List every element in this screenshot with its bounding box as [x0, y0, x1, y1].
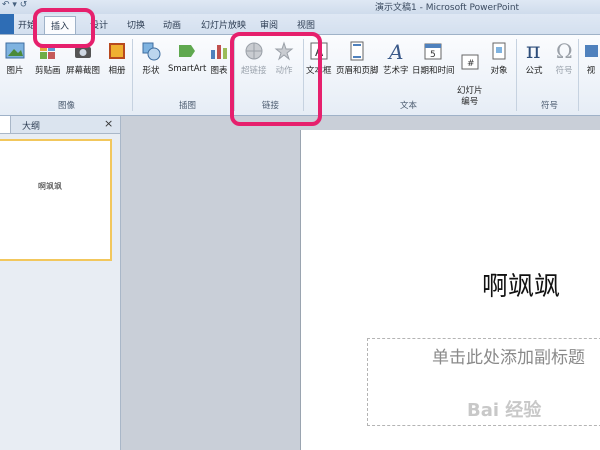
slides-pane: 大纲 × 啊飒飒	[0, 116, 121, 450]
chart-button[interactable]: 图表	[209, 41, 229, 76]
tab-slides[interactable]	[0, 116, 11, 133]
screenshot-button[interactable]: 屏幕截图	[66, 41, 100, 76]
textbox-button[interactable]: A 文本框	[306, 41, 332, 76]
tab-insert[interactable]: 插入	[44, 16, 77, 34]
ribbon-tabs: 开始 插入 设计 切换 动画 幻灯片放映 审阅 视图	[0, 14, 600, 35]
symbol-button[interactable]: Ω 符号	[554, 39, 574, 76]
tab-home[interactable]: 开始	[18, 18, 36, 31]
subtitle-placeholder-text: 单击此处添加副标题	[432, 348, 585, 368]
group-label-illustrations: 插图	[179, 101, 197, 111]
group-label-links: 链接	[262, 101, 280, 111]
hyperlink-button[interactable]: 超链接	[241, 41, 267, 76]
smartart-button[interactable]: SmartArt	[168, 41, 206, 74]
group-label-images: 图像	[58, 101, 76, 111]
group-label-symbols: 符号	[541, 101, 559, 111]
watermark: Bai 经验	[467, 400, 542, 421]
camera-icon	[75, 44, 91, 58]
clipart-icon	[39, 44, 55, 59]
title-bar: ↶ ▾ ↺ 演示文稿1 - Microsoft PowerPoint	[0, 0, 600, 14]
smartart-icon	[179, 45, 196, 57]
tab-transitions[interactable]: 切换	[127, 18, 145, 31]
datetime-button[interactable]: 5 日期和时间	[412, 41, 455, 76]
photo-album-icon	[109, 43, 125, 59]
thumbnail-title: 啊飒飒	[38, 182, 62, 191]
slide-title[interactable]: 啊飒飒	[482, 266, 560, 303]
globe-link-icon	[245, 42, 263, 60]
svg-text:5: 5	[430, 50, 436, 60]
wordart-icon: A	[387, 41, 403, 61]
shapes-button[interactable]: 形状	[141, 41, 161, 76]
textbox-icon: A	[310, 42, 328, 60]
group-label-text: 文本	[400, 101, 418, 111]
clipart-button[interactable]: 剪贴画	[35, 41, 61, 76]
tab-review[interactable]: 审阅	[260, 18, 278, 31]
group-separator	[234, 39, 235, 111]
action-star-icon	[274, 41, 294, 61]
omega-icon: Ω	[556, 39, 573, 61]
video-button[interactable]: 视	[584, 41, 598, 76]
pi-icon: π	[526, 39, 540, 61]
calendar-icon: 5	[424, 43, 442, 60]
action-button[interactable]: 动作	[274, 41, 294, 76]
window-title: 演示文稿1 - Microsoft PowerPoint	[375, 3, 520, 13]
wordart-button[interactable]: A 艺术字	[383, 41, 409, 76]
ribbon: 图片 剪贴画 屏幕截图 相册 图像 形状 SmartArt 图表 插图 超链接 …	[0, 35, 600, 116]
tab-design[interactable]: 设计	[90, 18, 108, 31]
bar-chart-icon	[211, 45, 227, 59]
svg-text:Ω: Ω	[556, 39, 573, 61]
tab-outline[interactable]: 大纲	[22, 119, 40, 132]
picture-icon	[5, 42, 25, 59]
shapes-icon	[142, 42, 161, 61]
tab-view[interactable]: 视图	[297, 18, 315, 31]
group-separator	[303, 39, 304, 111]
object-icon	[492, 42, 506, 60]
group-separator	[132, 39, 133, 111]
svg-text:π: π	[526, 39, 540, 61]
slide-number-button[interactable]: # 幻灯片 编号	[457, 41, 483, 108]
pane-tabs: 大纲 ×	[0, 116, 120, 134]
video-icon	[585, 45, 598, 57]
tab-file[interactable]	[0, 14, 14, 34]
close-pane-button[interactable]: ×	[104, 117, 113, 130]
slide-thumbnail[interactable]: 啊飒飒	[0, 139, 112, 261]
svg-text:#: #	[467, 59, 475, 69]
tab-slideshow[interactable]: 幻灯片放映	[201, 18, 246, 31]
equation-button[interactable]: π 公式	[524, 39, 544, 76]
object-button[interactable]: 对象	[489, 41, 509, 76]
group-separator	[578, 39, 579, 111]
svg-text:A: A	[315, 45, 324, 59]
header-footer-button[interactable]: 页眉和页脚	[336, 41, 379, 76]
quick-access-toolbar[interactable]: ↶ ▾ ↺	[2, 0, 27, 10]
group-separator	[516, 39, 517, 111]
picture-button[interactable]: 图片	[5, 41, 25, 76]
slide-number-icon: #	[461, 54, 479, 70]
svg-text:A: A	[387, 41, 403, 61]
album-button[interactable]: 相册	[107, 41, 127, 76]
tab-animations[interactable]: 动画	[163, 18, 181, 31]
header-footer-icon	[350, 41, 364, 61]
